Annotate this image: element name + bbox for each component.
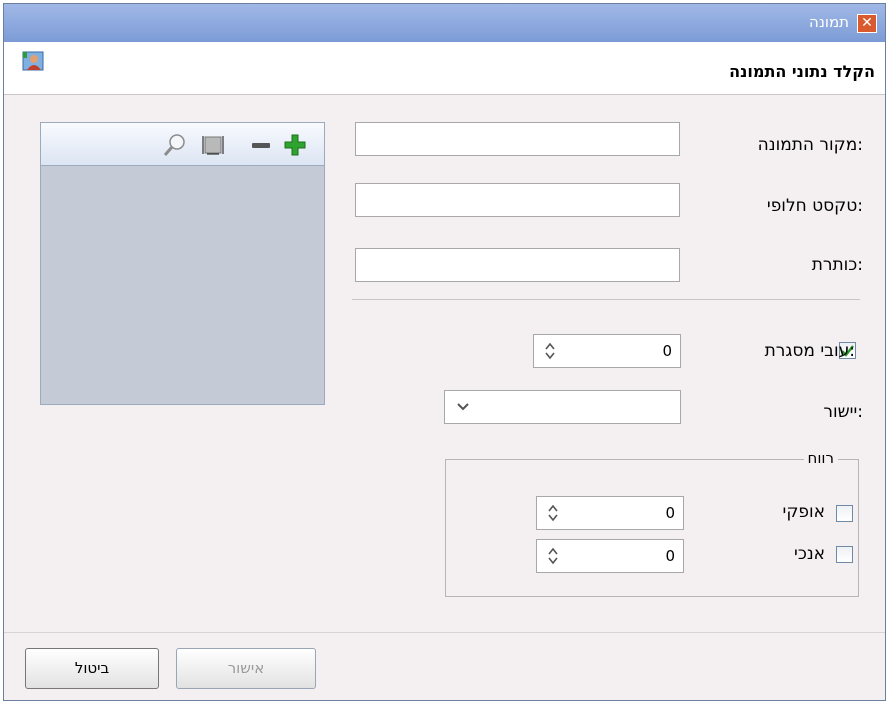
- preview-toolbar: [41, 123, 324, 166]
- source-input[interactable]: [355, 122, 680, 156]
- alt-text-input[interactable]: [355, 183, 680, 217]
- horizontal-checkbox[interactable]: [836, 505, 853, 522]
- border-stepper[interactable]: 0: [533, 334, 681, 368]
- horizontal-value: 0: [665, 504, 675, 522]
- align-select[interactable]: [444, 390, 681, 424]
- up-down-arrows-icon[interactable]: [547, 547, 559, 565]
- image-preview: [40, 122, 325, 405]
- up-down-arrows-icon[interactable]: [544, 342, 556, 360]
- horizontal-stepper[interactable]: 0: [536, 496, 684, 530]
- minus-icon[interactable]: [249, 133, 273, 157]
- image-dialog: תמונה ✕ הקלד נתוני התמונה מקור התמונה: ט…: [3, 3, 886, 701]
- vertical-checkbox[interactable]: [836, 546, 853, 563]
- title-bar: תמונה ✕: [4, 4, 885, 42]
- zoom-icon[interactable]: [163, 133, 187, 157]
- up-down-arrows-icon[interactable]: [547, 504, 559, 522]
- page-title: הקלד נתוני התמונה: [729, 62, 875, 81]
- vertical-label: אנכי: [794, 544, 825, 564]
- divider: [352, 299, 860, 300]
- dialog-header: הקלד נתוני התמונה: [4, 42, 885, 95]
- close-icon[interactable]: ✕: [857, 14, 877, 33]
- window-title: תמונה: [809, 13, 849, 31]
- spacing-legend: רווח: [803, 449, 838, 467]
- fit-icon[interactable]: [201, 133, 225, 157]
- cancel-button[interactable]: ביטול: [25, 648, 159, 689]
- vertical-value: 0: [665, 547, 675, 565]
- border-label: עובי מסגרת:: [764, 341, 855, 361]
- border-value: 0: [662, 342, 672, 360]
- plus-icon[interactable]: [283, 133, 307, 157]
- caption-label: כותרת:: [811, 255, 863, 275]
- alt-text-label: טקסט חלופי:: [766, 196, 863, 216]
- chevron-down-icon: [457, 403, 469, 411]
- caption-input[interactable]: [355, 248, 680, 282]
- ok-button[interactable]: אישור: [176, 648, 316, 689]
- horizontal-label: אופקי: [782, 502, 825, 522]
- vertical-stepper[interactable]: 0: [536, 539, 684, 573]
- picture-user-icon: [22, 51, 44, 71]
- align-label: יישור:: [823, 402, 863, 422]
- source-label: מקור התמונה:: [757, 135, 863, 155]
- dialog-footer: ביטול אישור: [4, 632, 885, 700]
